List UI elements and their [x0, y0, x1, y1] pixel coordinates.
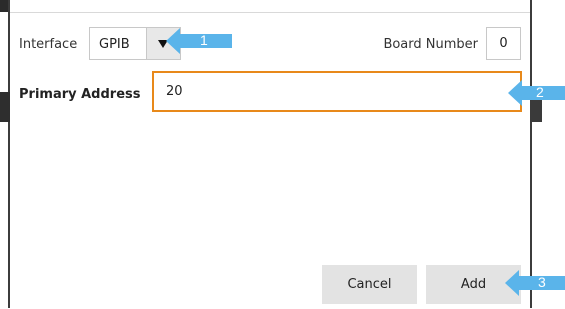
callout-2-number: 2	[536, 84, 544, 100]
arrow-left-callout-icon	[505, 270, 565, 296]
board-number-label: Board Number	[383, 37, 478, 52]
primary-address-value: 20	[166, 84, 183, 99]
primary-address-field[interactable]: 20	[152, 71, 522, 112]
add-instrument-dialog: Interface GPIB Board Number 0 Primary Ad…	[10, 12, 530, 309]
interface-label: Interface	[19, 37, 78, 52]
primary-address-label: Primary Address	[19, 87, 141, 102]
callout-2: 2	[508, 80, 565, 106]
callout-1-number: 1	[200, 32, 208, 48]
board-number-field[interactable]: 0	[486, 27, 521, 60]
arrow-left-callout-icon	[166, 28, 232, 54]
background-window-right-edge	[530, 0, 532, 308]
interface-select-value: GPIB	[99, 37, 130, 52]
callout-3: 3	[505, 270, 565, 296]
callout-1: 1	[166, 28, 232, 54]
background-window-strip-left	[0, 92, 10, 122]
cancel-button[interactable]: Cancel	[322, 265, 417, 304]
callout-3-number: 3	[538, 274, 546, 290]
